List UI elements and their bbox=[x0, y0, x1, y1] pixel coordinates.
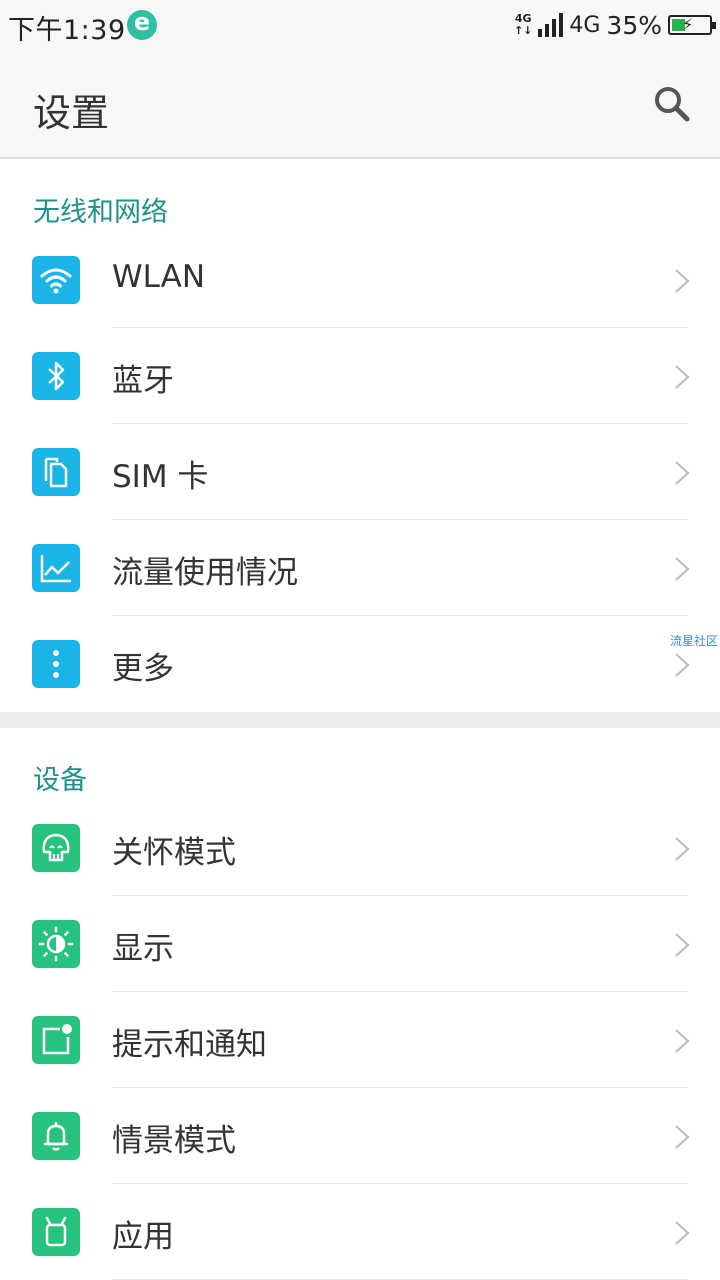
settings-item-label: 显示 bbox=[112, 931, 174, 967]
settings-item-data-usage[interactable]: 流量使用情况 bbox=[0, 520, 720, 616]
settings-item-display[interactable]: 显示 bbox=[0, 896, 720, 992]
android-icon bbox=[32, 1208, 80, 1256]
status-indicators: 4G ↑↓ 4G 35% ⚡ bbox=[513, 10, 716, 40]
settings-item-more[interactable]: 更多 bbox=[0, 616, 720, 712]
charging-icon: ⚡ bbox=[682, 15, 694, 34]
section-divider bbox=[0, 712, 720, 728]
wifi-icon bbox=[32, 256, 80, 304]
care-mode-icon bbox=[32, 824, 80, 872]
chevron-right-icon bbox=[675, 365, 690, 389]
data-usage-icon bbox=[32, 544, 80, 592]
settings-item-label: 流量使用情况 bbox=[112, 555, 298, 591]
chevron-right-icon bbox=[675, 1221, 690, 1245]
chevron-right-icon bbox=[675, 653, 690, 677]
settings-item-care-mode[interactable]: 关怀模式 bbox=[0, 800, 720, 896]
e-browser-icon bbox=[127, 8, 157, 40]
battery-icon: ⚡ bbox=[668, 15, 716, 35]
search-icon[interactable] bbox=[650, 82, 694, 126]
notification-icon bbox=[32, 1016, 80, 1064]
chevron-right-icon bbox=[675, 1029, 690, 1053]
settings-item-sim[interactable]: SIM 卡 bbox=[0, 424, 720, 520]
chevron-right-icon bbox=[675, 557, 690, 581]
chevron-right-icon bbox=[675, 461, 690, 485]
settings-item-label: 提示和通知 bbox=[112, 1027, 267, 1063]
bell-icon bbox=[32, 1112, 80, 1160]
bluetooth-icon bbox=[32, 352, 80, 400]
settings-item-scene-mode[interactable]: 情景模式 bbox=[0, 1088, 720, 1184]
app-bar: 设置 bbox=[0, 52, 720, 159]
chevron-right-icon bbox=[675, 269, 690, 293]
watermark: 流星社区 bbox=[670, 634, 719, 648]
chevron-right-icon bbox=[675, 837, 690, 861]
display-icon bbox=[32, 920, 80, 968]
settings-item-label: 更多 bbox=[112, 651, 174, 687]
section-header-wireless: 无线和网络 bbox=[33, 197, 168, 228]
network-type: 4G bbox=[569, 12, 601, 38]
signal-strength-icon bbox=[538, 13, 564, 37]
status-time: 下午1:39 bbox=[8, 15, 126, 46]
status-bar: 下午1:39 4G ↑↓ 4G 35% ⚡ bbox=[0, 0, 720, 52]
more-icon bbox=[32, 640, 80, 688]
battery-percent: 35% bbox=[606, 10, 662, 40]
chevron-right-icon bbox=[675, 933, 690, 957]
settings-item-apps[interactable]: 应用 bbox=[0, 1184, 720, 1280]
settings-item-label: 关怀模式 bbox=[112, 835, 236, 871]
section-header-device: 设备 bbox=[33, 765, 87, 796]
page-title: 设置 bbox=[33, 91, 110, 135]
settings-item-label: SIM 卡 bbox=[112, 459, 209, 495]
settings-item-notifications[interactable]: 提示和通知 bbox=[0, 992, 720, 1088]
settings-item-bluetooth[interactable]: 蓝牙 bbox=[0, 328, 720, 424]
network-activity-icon: 4G ↑↓ bbox=[513, 12, 533, 37]
chevron-right-icon bbox=[675, 1125, 690, 1149]
settings-item-label: 情景模式 bbox=[112, 1123, 236, 1159]
settings-item-label: WLAN bbox=[112, 259, 206, 295]
settings-item-wlan[interactable]: WLAN bbox=[0, 232, 720, 328]
settings-item-label: 蓝牙 bbox=[112, 363, 174, 399]
settings-item-label: 应用 bbox=[112, 1219, 174, 1255]
sim-card-icon bbox=[32, 448, 80, 496]
